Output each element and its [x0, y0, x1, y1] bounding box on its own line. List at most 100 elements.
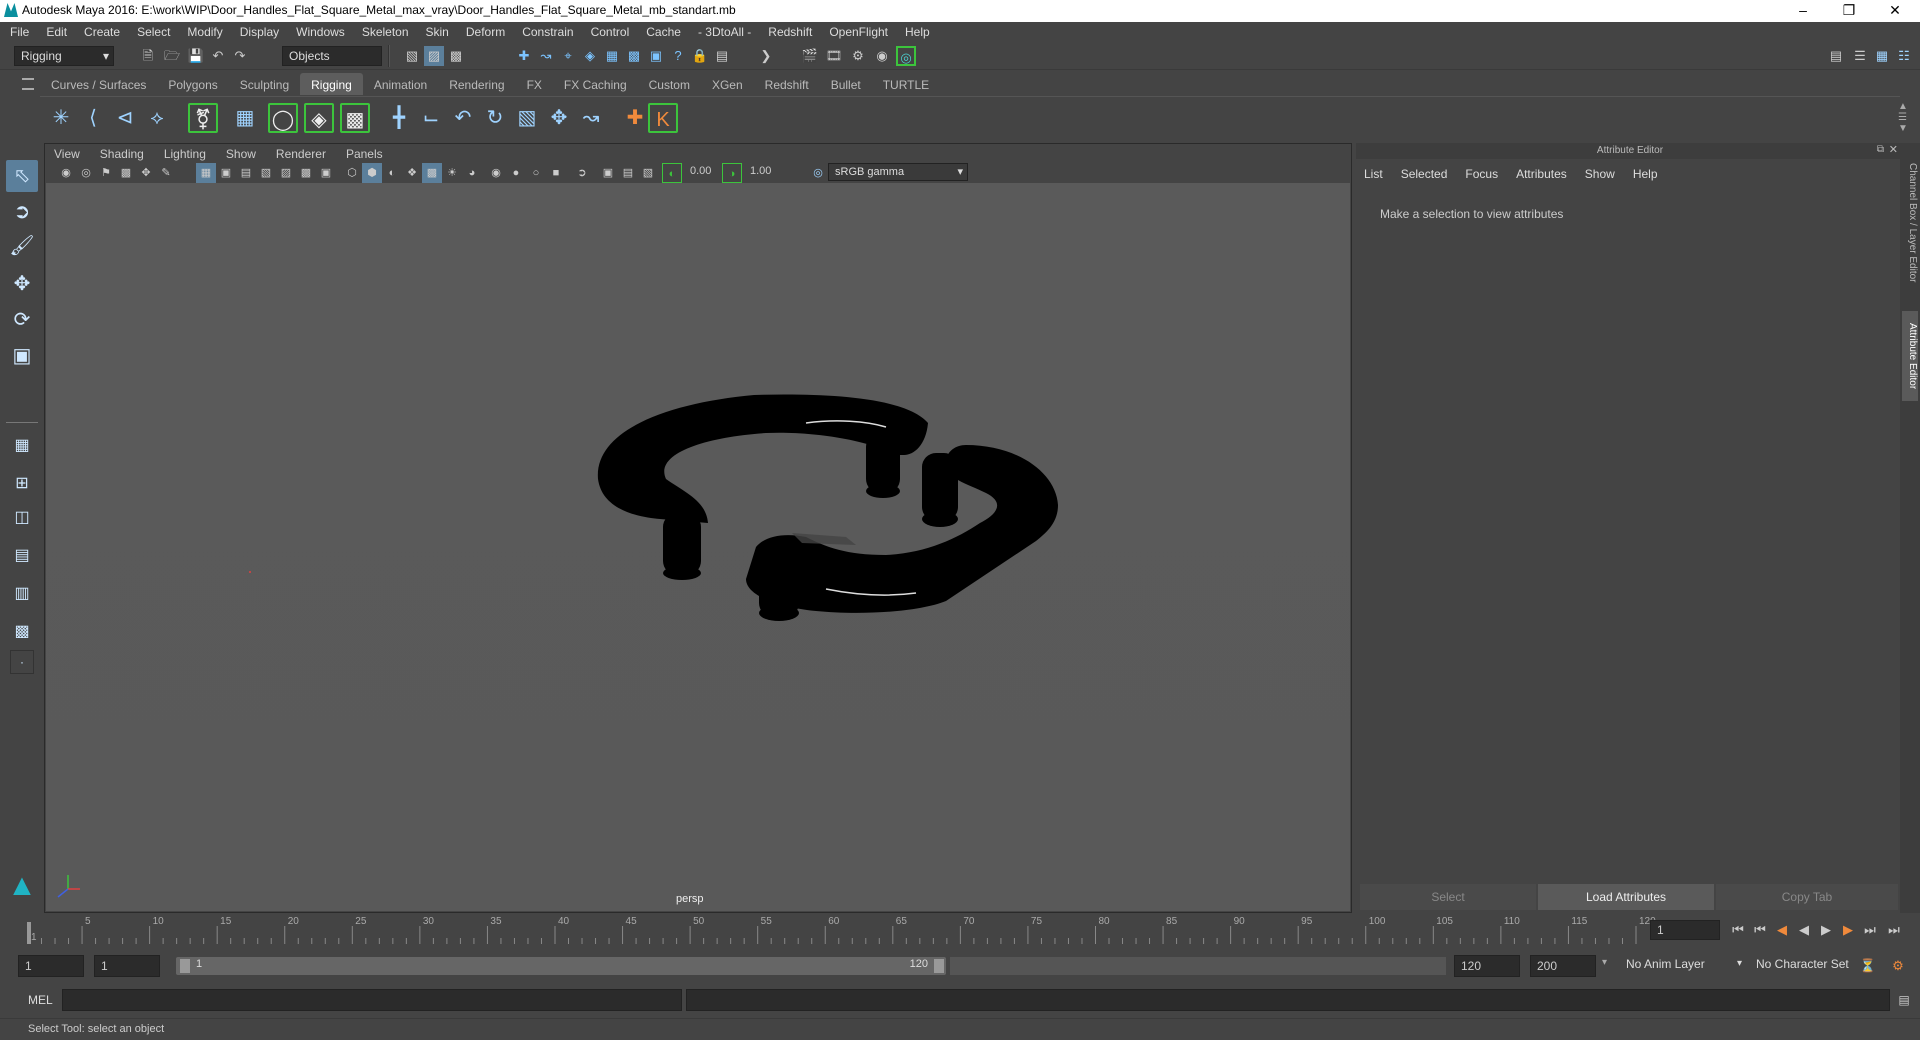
- tab-xgen[interactable]: XGen: [701, 73, 754, 95]
- tab-fx-caching[interactable]: FX Caching: [553, 73, 638, 95]
- render-settings-icon[interactable]: ⚙: [848, 46, 868, 66]
- animation-start-field[interactable]: 1: [18, 955, 84, 977]
- character-set-dropdown[interactable]: No Character Set: [1750, 955, 1874, 975]
- playback-end-field[interactable]: 120: [1454, 955, 1520, 977]
- tab-channel-box[interactable]: Channel Box / Layer Editor: [1902, 153, 1918, 293]
- viewport-canvas[interactable]: persp: [46, 183, 1350, 911]
- channel-box-icon[interactable]: ☷: [1894, 46, 1914, 66]
- lock-icon[interactable]: 🔒: [690, 46, 710, 66]
- wireframe-icon[interactable]: ⬡: [342, 163, 362, 183]
- menu-redshift[interactable]: Redshift: [768, 25, 812, 39]
- joint-tool-icon[interactable]: ✳: [46, 103, 76, 133]
- tool-settings-icon[interactable]: ▦: [1872, 46, 1892, 66]
- ae-menu-focus[interactable]: Focus: [1465, 167, 1498, 181]
- view-transform-dropdown[interactable]: sRGB gamma ▾: [828, 163, 968, 181]
- snap-live-icon[interactable]: ▣: [646, 46, 666, 66]
- default-lighting-icon[interactable]: ◐: [382, 163, 402, 183]
- menu-skeleton[interactable]: Skeleton: [362, 25, 409, 39]
- symmetry-icon[interactable]: ?: [668, 46, 688, 66]
- menu-constrain[interactable]: Constrain: [522, 25, 573, 39]
- camera-attributes-icon[interactable]: ◎: [76, 163, 96, 183]
- undo-icon[interactable]: ↶: [208, 46, 228, 66]
- restore-icon[interactable]: ❐: [1826, 0, 1872, 22]
- grease-pencil-icon[interactable]: ✎: [156, 163, 176, 183]
- lasso-tool-icon[interactable]: ➲: [6, 196, 38, 228]
- set-driven-key-icon[interactable]: K: [648, 103, 678, 133]
- close-icon[interactable]: ✕: [1872, 0, 1918, 22]
- new-scene-icon[interactable]: 🗎: [138, 46, 158, 66]
- select-hierarchy-icon[interactable]: ▧: [402, 46, 422, 66]
- tab-bullet[interactable]: Bullet: [820, 73, 872, 95]
- step-forward-frame-icon[interactable]: ⏭: [1860, 920, 1880, 940]
- scale-tool-icon[interactable]: ▣: [6, 340, 38, 372]
- select-object-icon[interactable]: ▨: [424, 46, 444, 66]
- xray-components-icon[interactable]: ▧: [638, 163, 658, 183]
- redo-icon[interactable]: ↷: [230, 46, 250, 66]
- step-back-key-icon[interactable]: ◀: [1772, 920, 1792, 940]
- bookmark-icon[interactable]: ⚑: [96, 163, 116, 183]
- menu-skin[interactable]: Skin: [426, 25, 449, 39]
- render-current-icon[interactable]: 🎬: [800, 46, 820, 66]
- tab-fx[interactable]: FX: [516, 73, 553, 95]
- tab-attribute-editor[interactable]: Attribute Editor: [1902, 311, 1918, 401]
- ae-menu-selected[interactable]: Selected: [1401, 167, 1448, 181]
- animation-preferences-icon[interactable]: ⚙: [1888, 956, 1908, 976]
- camera-icon[interactable]: ◉: [56, 163, 76, 183]
- step-back-frame-icon[interactable]: ⏮: [1750, 920, 1770, 940]
- graph-persp-icon[interactable]: ▥: [6, 578, 38, 610]
- tab-redshift[interactable]: Redshift: [754, 73, 820, 95]
- menu-file[interactable]: File: [10, 25, 29, 39]
- auto-key-icon[interactable]: ⏳: [1858, 956, 1878, 976]
- tab-animation[interactable]: Animation: [363, 73, 438, 95]
- ae-load-attributes-button[interactable]: Load Attributes: [1538, 884, 1714, 910]
- snap-surface-icon[interactable]: ▦: [602, 46, 622, 66]
- menu-cache[interactable]: Cache: [646, 25, 681, 39]
- safe-title-icon[interactable]: ▣: [316, 163, 336, 183]
- aim-constraint-icon[interactable]: ⌙: [416, 103, 446, 133]
- current-frame-field[interactable]: 1: [1650, 920, 1720, 940]
- isolate-select-icon[interactable]: ➲: [572, 163, 592, 183]
- ipr-render-icon[interactable]: 🎞: [824, 46, 844, 66]
- insert-joint-icon[interactable]: ⟨: [78, 103, 108, 133]
- hypershade-layout-icon[interactable]: ▩: [6, 616, 38, 648]
- outliner-persp-icon[interactable]: ▤: [6, 540, 38, 572]
- tab-turtle[interactable]: TURTLE: [872, 73, 940, 95]
- grid-icon[interactable]: ▦: [196, 163, 216, 183]
- vp-menu-panels[interactable]: Panels: [346, 147, 383, 161]
- textured-icon[interactable]: ▩: [422, 163, 442, 183]
- film-gate-icon[interactable]: ▣: [216, 163, 236, 183]
- menu-display[interactable]: Display: [240, 25, 279, 39]
- ae-menu-attributes[interactable]: Attributes: [1516, 167, 1567, 181]
- go-to-start-icon[interactable]: ⏮: [1728, 920, 1748, 940]
- menu-create[interactable]: Create: [84, 25, 120, 39]
- exposure-field[interactable]: 0.00: [684, 163, 720, 181]
- bind-skin-icon[interactable]: ⚧: [188, 103, 218, 133]
- menu-control[interactable]: Control: [591, 25, 630, 39]
- float-panel-icon[interactable]: ⧉: [1877, 144, 1884, 155]
- ae-select-button[interactable]: Select: [1360, 884, 1536, 910]
- ik-spline-icon[interactable]: ⟡: [142, 103, 172, 133]
- two-view-icon[interactable]: ◫: [6, 502, 38, 534]
- range-end-handle[interactable]: [934, 959, 944, 973]
- layout-menu-icon[interactable]: ·: [10, 650, 34, 674]
- shelf-menu-icon[interactable]: [22, 78, 34, 90]
- shelf-scroll-icon[interactable]: ▲ ☰ ▼: [1898, 101, 1908, 134]
- tab-custom[interactable]: Custom: [638, 73, 701, 95]
- geometry-constraint-icon[interactable]: ↝: [576, 103, 606, 133]
- animation-end-field[interactable]: 200: [1530, 955, 1596, 977]
- depth-of-field-icon[interactable]: ■: [546, 163, 566, 183]
- scale-constraint-icon[interactable]: ▧: [512, 103, 542, 133]
- paint-select-icon[interactable]: 🖌: [6, 230, 38, 262]
- locator-icon[interactable]: ✚: [620, 103, 650, 133]
- play-backwards-icon[interactable]: ◀: [1794, 920, 1814, 940]
- menu-set-dropdown[interactable]: Rigging ▾: [14, 46, 114, 66]
- tab-rigging[interactable]: Rigging: [300, 73, 363, 95]
- mel-label[interactable]: MEL: [28, 993, 53, 1007]
- snap-point-icon[interactable]: ⌖: [558, 46, 578, 66]
- ae-menu-show[interactable]: Show: [1585, 167, 1615, 181]
- history-icon[interactable]: ▤: [712, 46, 732, 66]
- vp-menu-view[interactable]: View: [54, 147, 80, 161]
- open-scene-icon[interactable]: 🗁: [162, 46, 182, 66]
- lattice-icon[interactable]: ◯: [268, 103, 298, 133]
- ae-copy-tab-button[interactable]: Copy Tab: [1716, 884, 1898, 910]
